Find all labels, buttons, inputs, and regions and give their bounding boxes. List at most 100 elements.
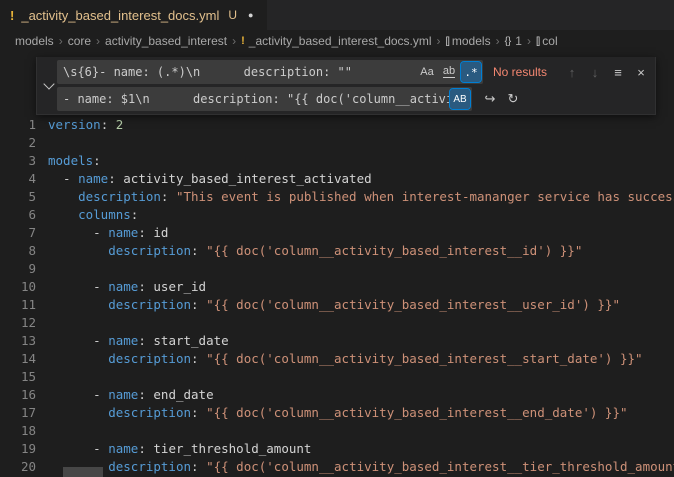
breadcrumb-item-_activity_based_interest_docs.yml[interactable]: !_activity_based_interest_docs.yml — [241, 34, 431, 48]
breadcrumb-label: models — [452, 34, 491, 48]
arrow-down-icon: ↓ — [592, 65, 599, 80]
symbol-array-icon: [ ] — [536, 36, 538, 47]
code-line-content[interactable] — [36, 314, 674, 332]
code-line-15[interactable]: 15 — [0, 368, 674, 386]
code-line-content[interactable] — [36, 368, 674, 386]
tab-title: _activity_based_interest_docs.yml — [21, 8, 219, 23]
code-line-1[interactable]: 1version: 2 — [0, 116, 674, 134]
preserve-case-icon: AB — [453, 94, 466, 105]
find-row: \s{6}- name: (.*)\n description: "" Aaab… — [57, 60, 651, 84]
code-line-19[interactable]: 19 - name: tier_threshold_amount — [0, 440, 674, 458]
match-case-button[interactable]: Aa — [417, 62, 437, 82]
breadcrumb-item-core[interactable]: core — [68, 34, 91, 48]
code-line-content[interactable] — [36, 260, 674, 278]
code-line-content[interactable]: - name: activity_based_interest_activate… — [36, 170, 674, 188]
line-number: 6 — [0, 206, 36, 224]
editor[interactable]: 1version: 223models:4 - name: activity_b… — [0, 52, 674, 477]
tab-bar: ! _activity_based_interest_docs.yml U ● — [0, 0, 674, 30]
tab-activity-based-interest-docs[interactable]: ! _activity_based_interest_docs.yml U ● — [0, 0, 267, 30]
code-line-content[interactable]: models: — [36, 152, 674, 170]
line-number: 3 — [0, 152, 36, 170]
code-line-content[interactable]: - name: id — [36, 224, 674, 242]
code-line-content[interactable] — [36, 134, 674, 152]
line-number: 15 — [0, 368, 36, 386]
code-line-content[interactable]: - name: user_id — [36, 278, 674, 296]
breadcrumb-label: core — [68, 34, 91, 48]
code-line-content[interactable]: - name: start_date — [36, 332, 674, 350]
previous-match-button[interactable]: ↑ — [562, 62, 582, 82]
code-line-content[interactable]: description: "{{ doc('column__activity_b… — [36, 242, 674, 260]
regex-button[interactable]: .* — [461, 62, 481, 82]
find-replace-widget: \s{6}- name: (.*)\n description: "" Aaab… — [36, 57, 656, 115]
breadcrumb-item-col[interactable]: [ ]col — [536, 34, 558, 48]
code-area[interactable]: 1version: 223models:4 - name: activity_b… — [0, 52, 674, 476]
breadcrumb-separator: › — [496, 34, 500, 48]
breadcrumb-separator: › — [527, 34, 531, 48]
code-line-content[interactable]: columns: — [36, 206, 674, 224]
code-line-8[interactable]: 8 description: "{{ doc('column__activity… — [0, 242, 674, 260]
arrow-up-icon: ↑ — [569, 65, 576, 80]
breadcrumb-item-activity_based_interest[interactable]: activity_based_interest — [105, 34, 227, 48]
code-line-18[interactable]: 18 — [0, 422, 674, 440]
code-line-content[interactable]: - name: end_date — [36, 386, 674, 404]
match-case-icon: Aa — [420, 66, 433, 78]
breadcrumb-label: 1 — [515, 34, 522, 48]
next-match-button[interactable]: ↓ — [585, 62, 605, 82]
close-icon: × — [637, 65, 645, 80]
code-line-12[interactable]: 12 — [0, 314, 674, 332]
find-input[interactable]: \s{6}- name: (.*)\n description: "" Aaab… — [57, 60, 483, 84]
code-line-3[interactable]: 3models: — [0, 152, 674, 170]
horizontal-scrollbar[interactable] — [63, 467, 103, 477]
code-line-2[interactable]: 2 — [0, 134, 674, 152]
line-number: 8 — [0, 242, 36, 260]
code-line-4[interactable]: 4 - name: activity_based_interest_activa… — [0, 170, 674, 188]
replace-all-button[interactable]: ↻ — [503, 89, 523, 109]
code-line-14[interactable]: 14 description: "{{ doc('column__activit… — [0, 350, 674, 368]
code-line-content[interactable]: description: "{{ doc('column__activity_b… — [36, 350, 674, 368]
code-line-16[interactable]: 16 - name: end_date — [0, 386, 674, 404]
code-line-13[interactable]: 13 - name: start_date — [0, 332, 674, 350]
close-button[interactable]: × — [631, 62, 651, 82]
line-number: 11 — [0, 296, 36, 314]
code-line-content[interactable]: description: "{{ doc('column__activity_b… — [36, 296, 674, 314]
regex-icon: .* — [464, 66, 477, 79]
code-line-6[interactable]: 6 columns: — [0, 206, 674, 224]
breadcrumb-label: activity_based_interest — [105, 34, 227, 48]
code-line-content[interactable]: description: "{{ doc('column__activity_b… — [36, 404, 674, 422]
line-number: 12 — [0, 314, 36, 332]
code-line-content[interactable]: - name: tier_threshold_amount — [36, 440, 674, 458]
line-number: 2 — [0, 134, 36, 152]
breadcrumb-separator: › — [59, 34, 63, 48]
breadcrumb: models › core › activity_based_interest › !_ac… — [0, 30, 674, 52]
breadcrumb-label: models — [15, 34, 54, 48]
breadcrumb-item-models[interactable]: models — [15, 34, 54, 48]
replace-button[interactable]: ↪ — [480, 89, 500, 109]
line-number: 14 — [0, 350, 36, 368]
code-line-content[interactable]: description: "This event is published wh… — [36, 188, 674, 206]
code-line-9[interactable]: 9 — [0, 260, 674, 278]
find-results-count: No results — [493, 65, 547, 79]
code-line-content[interactable]: version: 2 — [36, 116, 674, 134]
code-line-11[interactable]: 11 description: "{{ doc('column__activit… — [0, 296, 674, 314]
breadcrumb-item-models[interactable]: [ ] models — [446, 34, 491, 48]
preserve-case-button[interactable]: AB — [450, 89, 470, 109]
code-line-content[interactable] — [36, 422, 674, 440]
code-line-content[interactable]: description: "{{ doc('column__activity_b… — [36, 458, 674, 476]
dirty-indicator-icon[interactable]: ● — [248, 10, 253, 20]
code-line-7[interactable]: 7 - name: id — [0, 224, 674, 242]
toggle-replace-button[interactable] — [41, 60, 57, 111]
symbol-array-icon: [ ] — [446, 36, 448, 47]
find-in-selection-button[interactable]: ≡ — [608, 62, 628, 82]
code-line-10[interactable]: 10 - name: user_id — [0, 278, 674, 296]
line-number: 10 — [0, 278, 36, 296]
git-status-badge: U — [228, 8, 237, 22]
line-number: 13 — [0, 332, 36, 350]
replace-row: - name: $1\n description: "{{ doc('colum… — [57, 87, 651, 111]
breadcrumb-item-1[interactable]: {}1 — [505, 34, 522, 48]
replace-input[interactable]: - name: $1\n description: "{{ doc('colum… — [57, 87, 472, 111]
warning-icon: ! — [241, 35, 245, 47]
code-line-5[interactable]: 5 description: "This event is published … — [0, 188, 674, 206]
line-number: 19 — [0, 440, 36, 458]
code-line-17[interactable]: 17 description: "{{ doc('column__activit… — [0, 404, 674, 422]
whole-word-button[interactable]: ab — [439, 62, 459, 82]
